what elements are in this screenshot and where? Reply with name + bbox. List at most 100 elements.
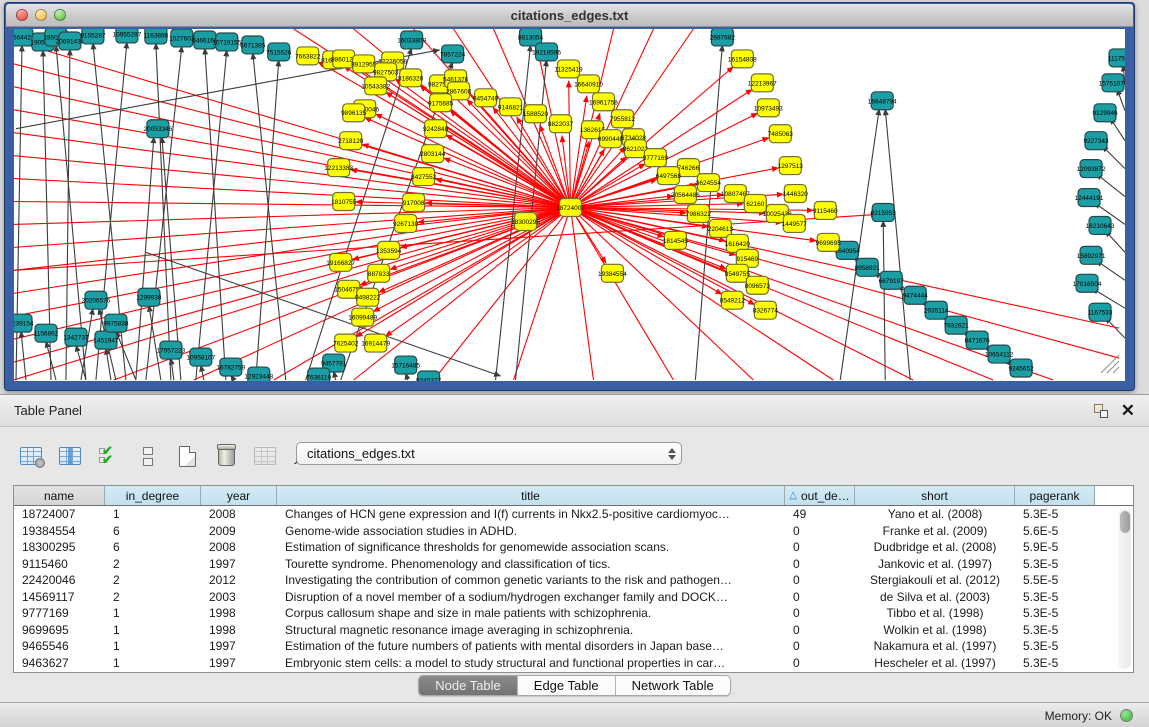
graph-node[interactable]: 8990448 (598, 130, 624, 148)
graph-node[interactable]: 62160 (744, 195, 766, 213)
graph-node[interactable]: 8958921 (855, 258, 881, 276)
graph-node[interactable]: 1299938 (136, 288, 162, 306)
graph-node[interactable]: 1297513 (778, 157, 804, 175)
graph-node[interactable]: 20564486 (671, 186, 700, 204)
tab-node-table[interactable]: Node Table (419, 676, 518, 695)
show-columns-icon[interactable] (57, 443, 83, 469)
graph-node[interactable]: 9498222 (355, 288, 381, 306)
graph-node[interactable]: 18300295 (511, 212, 540, 230)
graph-node[interactable]: 887833 (368, 264, 390, 282)
network-view-window[interactable]: citations_edges.txt 16644211905572185050… (4, 2, 1135, 391)
scrollbar-thumb[interactable] (1120, 511, 1130, 533)
graph-node[interactable]: 9474444 (903, 286, 929, 304)
graph-node[interactable]: 7636119 (306, 368, 331, 381)
table-row[interactable]: 2242004622012Investigating the contribut… (14, 572, 1133, 589)
graph-node[interactable]: 9245652 (1008, 359, 1034, 377)
graph-node[interactable]: 2935114 (924, 301, 949, 319)
graph-node[interactable]: 8215953 (871, 204, 897, 222)
graph-node[interactable]: 10543382 (361, 77, 390, 95)
graph-node[interactable]: 1167533 (1088, 303, 1113, 321)
graph-node[interactable]: 15892971 (1077, 246, 1106, 264)
table-selector-dropdown[interactable]: citations_edges.txt (296, 442, 682, 465)
graph-node[interactable]: 1239154 (14, 314, 34, 332)
graph-node[interactable]: 12444191 (1075, 189, 1104, 207)
graph-node[interactable]: 16640910 (574, 75, 603, 93)
graph-node[interactable]: 1449577 (782, 214, 808, 232)
graph-node[interactable]: 8096573 (745, 276, 771, 294)
graph-node[interactable]: 15716485 (391, 356, 420, 374)
graph-node[interactable]: 1342737 (63, 328, 89, 346)
graph-node[interactable]: 16648794 (868, 92, 897, 110)
graph-node[interactable]: 7515526 (266, 43, 292, 61)
network-window-titlebar[interactable]: citations_edges.txt (6, 4, 1133, 27)
graph-node[interactable]: 16033809 (397, 31, 426, 49)
graph-node[interactable]: 16961758 (589, 93, 618, 111)
graph-node[interactable]: 17957223 (156, 341, 185, 359)
graph-node[interactable]: 7485063 (768, 125, 794, 143)
select-all-columns-icon[interactable]: ✔✔ (96, 443, 122, 469)
tab-edge-table[interactable]: Edge Table (518, 676, 616, 695)
graph-node[interactable]: 12213967 (748, 74, 777, 92)
table-row[interactable]: 946362711997Embryonic stem cells: a mode… (14, 655, 1133, 672)
graph-node[interactable]: 9975838 (103, 314, 129, 332)
graph-node[interactable]: 8454749 (473, 89, 499, 107)
graph-node[interactable]: 6679197 (879, 271, 905, 289)
graph-node[interactable]: 9245377 (416, 371, 442, 381)
table-row[interactable]: 946554611997Estimation of the future num… (14, 638, 1133, 655)
delete-table-icon[interactable] (213, 443, 239, 469)
close-window-icon[interactable] (16, 9, 28, 21)
graph-node[interactable]: 2718120 (338, 132, 364, 150)
graph-node[interactable]: 1353594 (376, 241, 402, 259)
graph-node[interactable]: 6497568 (656, 167, 682, 185)
graph-node[interactable]: 1163898 (144, 29, 169, 44)
graph-node[interactable]: 1117546 (1108, 49, 1125, 67)
graph-node[interactable]: 10955287 (112, 29, 141, 43)
graph-node[interactable]: 6671385 (240, 36, 266, 54)
graph-node[interactable]: 20206576 (82, 291, 111, 309)
graph-node[interactable]: 15751074 (1099, 74, 1125, 92)
graph-node[interactable]: 10719155 (212, 33, 241, 51)
graph-node[interactable]: 12093872 (1077, 160, 1106, 178)
graph-node[interactable]: 1446320 (783, 185, 809, 203)
minimize-window-icon[interactable] (35, 9, 47, 21)
graph-node[interactable]: 8326774 (753, 301, 779, 319)
column-header-in_degree[interactable]: in_degree (105, 486, 201, 505)
graph-node[interactable]: 19384554 (598, 264, 627, 282)
graph-node[interactable]: 8427552 (411, 168, 437, 186)
graph-node[interactable]: 12923448 (244, 367, 273, 381)
table-settings-icon[interactable] (18, 443, 44, 469)
graph-node[interactable]: 10958107 (186, 348, 215, 366)
column-header-out_de[interactable]: △out_de… (785, 486, 855, 505)
graph-node[interactable]: 1527602 (169, 29, 195, 47)
graph-node[interactable]: 2803144 (420, 145, 446, 163)
column-header-year[interactable]: year (201, 486, 277, 505)
graph-hub-node[interactable]: 18724007 (556, 199, 585, 217)
graph-node[interactable]: 9115460 (813, 202, 838, 220)
column-header-name[interactable]: name (14, 486, 105, 505)
graph-node[interactable]: 9227343 (1083, 132, 1109, 150)
graph-node[interactable]: 19218596 (532, 43, 561, 61)
graph-node[interactable]: 9146821 (498, 98, 524, 116)
import-table-icon[interactable] (252, 443, 278, 469)
graph-node[interactable]: 9242848 (423, 120, 449, 138)
graph-node[interactable]: 1451947 (93, 331, 119, 349)
graph-node[interactable]: 16782759 (216, 358, 245, 376)
graph-node[interactable]: 16914479 (361, 334, 390, 352)
graph-node[interactable]: 10973493 (754, 99, 783, 117)
graph-node[interactable]: 1588520 (523, 105, 549, 123)
graph-node[interactable]: 1810755 (331, 193, 357, 211)
graph-node[interactable]: 7663822 (295, 47, 321, 65)
graph-node[interactable]: 7625402 (333, 334, 359, 352)
graph-node[interactable]: 7955812 (610, 110, 636, 128)
graph-node[interactable]: 2687682 (710, 29, 736, 46)
column-header-title[interactable]: title (277, 486, 785, 505)
table-row[interactable]: 1938455462009Genome-wide association stu… (14, 523, 1133, 540)
graph-node[interactable]: 1814545 (663, 231, 689, 249)
graph-node[interactable]: 16154808 (728, 50, 757, 68)
column-header-pagerank[interactable]: pagerank (1015, 486, 1095, 505)
tab-network-table[interactable]: Network Table (616, 676, 730, 695)
network-canvas[interactable]: 1664421190557218505012069143691552871095… (14, 29, 1125, 381)
citation-network-graph[interactable]: 1664421190557218505012069143691552871095… (14, 29, 1125, 381)
graph-node[interactable]: 3624554 (696, 174, 722, 192)
graph-node[interactable]: 9129946 (1092, 104, 1118, 122)
